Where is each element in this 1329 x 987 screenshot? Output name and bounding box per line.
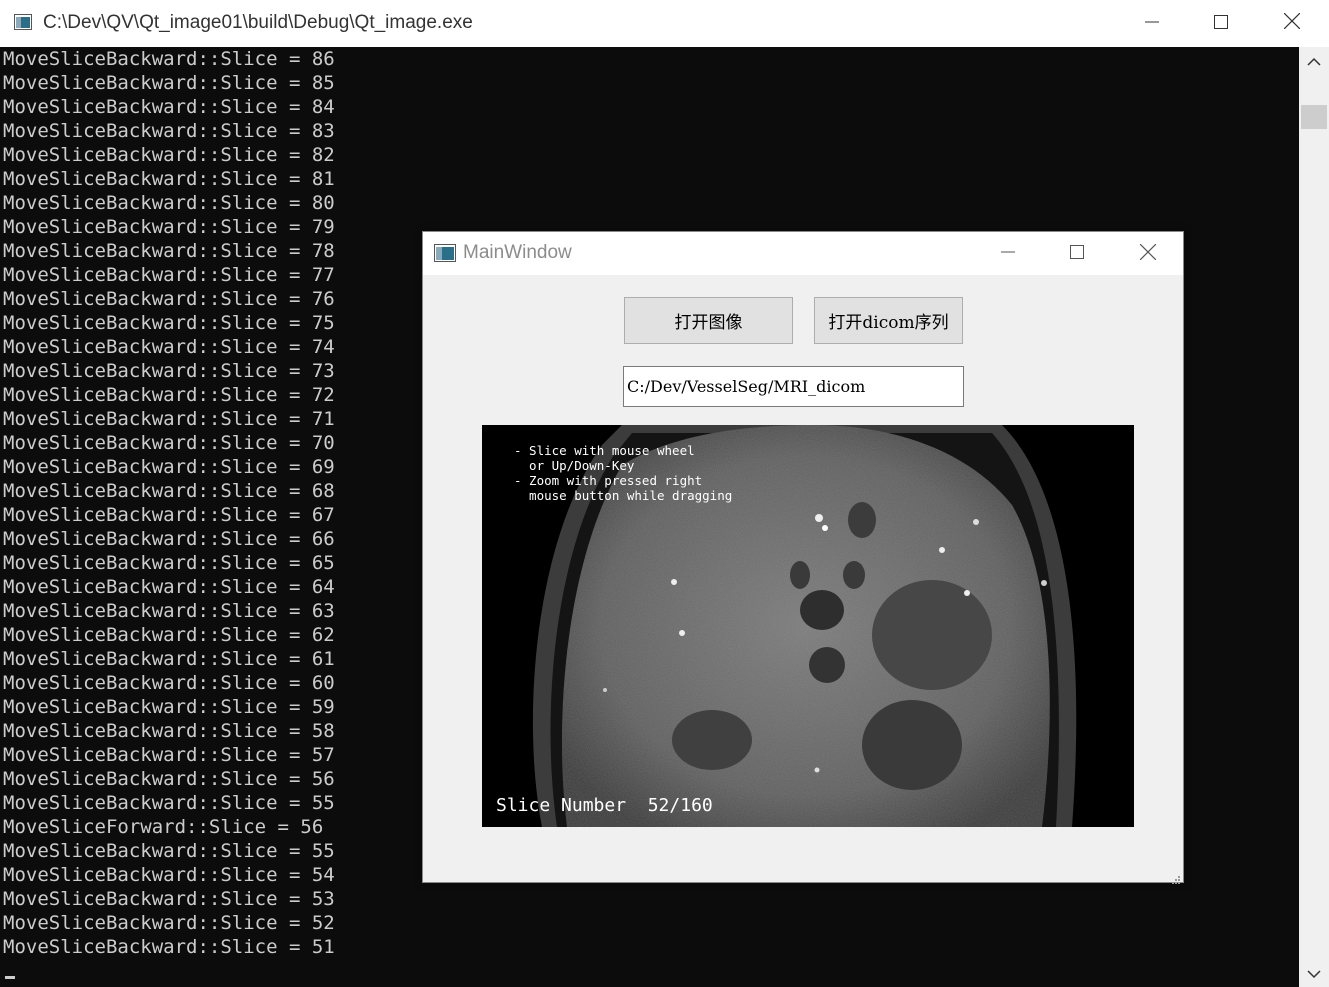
- console-line: MoveSliceBackward::Slice = 71: [3, 408, 335, 430]
- console-line: MoveSliceBackward::Slice = 56: [3, 768, 335, 790]
- console-line: MoveSliceBackward::Slice = 65: [3, 552, 335, 574]
- app-window-icon: [434, 244, 456, 262]
- main-window-title: MainWindow: [463, 242, 572, 263]
- console-line: MoveSliceBackward::Slice = 55: [3, 840, 335, 862]
- console-line: MoveSliceBackward::Slice = 61: [3, 648, 335, 670]
- close-icon: [1139, 243, 1157, 264]
- console-line: MoveSliceBackward::Slice = 78: [3, 240, 335, 262]
- console-line: MoveSliceBackward::Slice = 62: [3, 624, 335, 646]
- minimize-icon: [1001, 244, 1015, 263]
- console-line: MoveSliceBackward::Slice = 74: [3, 336, 335, 358]
- open-dicom-button[interactable]: 打开dicom序列: [814, 297, 963, 344]
- console-line: MoveSliceBackward::Slice = 58: [3, 720, 335, 742]
- dicom-path-input[interactable]: [623, 366, 964, 407]
- viewer-help-line: - Slice with mouse wheel: [514, 443, 695, 458]
- console-maximize-button[interactable]: [1186, 0, 1256, 46]
- chevron-down-icon: [1307, 964, 1321, 983]
- console-line: MoveSliceBackward::Slice = 53: [3, 888, 335, 910]
- console-log: MoveSliceBackward::Slice = 86 MoveSliceBa…: [3, 47, 335, 959]
- viewer-help-text: - Slice with mouse wheel or Up/Down-Key -…: [514, 443, 732, 503]
- console-line: MoveSliceBackward::Slice = 51: [3, 936, 335, 958]
- console-line: MoveSliceForward::Slice = 56: [3, 816, 324, 838]
- scroll-up-button[interactable]: [1299, 47, 1329, 75]
- console-line: MoveSliceBackward::Slice = 85: [3, 72, 335, 94]
- console-line: MoveSliceBackward::Slice = 57: [3, 744, 335, 766]
- main-close-button[interactable]: [1113, 232, 1183, 275]
- console-minimize-button[interactable]: [1117, 0, 1187, 46]
- scroll-thumb[interactable]: [1301, 105, 1327, 129]
- console-titlebar[interactable]: C:\Dev\QV\Qt_image01\build\Debug\Qt_imag…: [0, 0, 1329, 48]
- console-close-button[interactable]: [1257, 0, 1327, 46]
- console-line: MoveSliceBackward::Slice = 80: [3, 192, 335, 214]
- console-line: MoveSliceBackward::Slice = 81: [3, 168, 335, 190]
- console-line: MoveSliceBackward::Slice = 67: [3, 504, 335, 526]
- console-line: MoveSliceBackward::Slice = 59: [3, 696, 335, 718]
- app-window-icon: [14, 14, 32, 30]
- console-line: MoveSliceBackward::Slice = 60: [3, 672, 335, 694]
- console-line: MoveSliceBackward::Slice = 64: [3, 576, 335, 598]
- console-line: MoveSliceBackward::Slice = 77: [3, 264, 335, 286]
- console-line: MoveSliceBackward::Slice = 69: [3, 456, 335, 478]
- resize-grip-icon[interactable]: [1171, 870, 1181, 884]
- console-line: MoveSliceBackward::Slice = 76: [3, 288, 335, 310]
- console-line: MoveSliceBackward::Slice = 70: [3, 432, 335, 454]
- maximize-icon: [1214, 14, 1228, 33]
- console-scrollbar[interactable]: [1299, 47, 1329, 987]
- console-title: C:\Dev\QV\Qt_image01\build\Debug\Qt_imag…: [43, 12, 473, 33]
- console-line: MoveSliceBackward::Slice = 86: [3, 48, 335, 70]
- main-maximize-button[interactable]: [1042, 232, 1112, 275]
- console-line: MoveSliceBackward::Slice = 75: [3, 312, 335, 334]
- dicom-image-viewer[interactable]: - Slice with mouse wheel or Up/Down-Key -…: [482, 425, 1134, 827]
- console-line: MoveSliceBackward::Slice = 52: [3, 912, 335, 934]
- slice-number-label: Slice Number 52/160: [496, 795, 713, 816]
- main-window-titlebar[interactable]: MainWindow: [423, 232, 1183, 275]
- console-line: MoveSliceBackward::Slice = 73: [3, 360, 335, 382]
- console-line: MoveSliceBackward::Slice = 55: [3, 792, 335, 814]
- viewer-help-line: - Zoom with pressed right: [514, 473, 703, 488]
- console-line: MoveSliceBackward::Slice = 66: [3, 528, 335, 550]
- console-line: MoveSliceBackward::Slice = 82: [3, 144, 335, 166]
- console-line: MoveSliceBackward::Slice = 63: [3, 600, 335, 622]
- console-line: MoveSliceBackward::Slice = 72: [3, 384, 335, 406]
- viewer-help-line: or Up/Down-Key: [514, 458, 635, 473]
- maximize-icon: [1070, 244, 1084, 263]
- console-cursor: [5, 976, 15, 979]
- chevron-up-icon: [1307, 52, 1321, 71]
- scroll-down-button[interactable]: [1299, 959, 1329, 987]
- console-line: MoveSliceBackward::Slice = 84: [3, 96, 335, 118]
- main-window: MainWindow 打开图像 打开dicom序列 C:/Dev/VesselS…: [422, 231, 1184, 884]
- open-image-button[interactable]: 打开图像: [624, 297, 793, 344]
- console-line: MoveSliceBackward::Slice = 83: [3, 120, 335, 142]
- minimize-icon: [1145, 14, 1159, 33]
- close-icon: [1283, 12, 1301, 33]
- main-minimize-button[interactable]: [973, 232, 1043, 275]
- console-line: MoveSliceBackward::Slice = 54: [3, 864, 335, 886]
- console-line: MoveSliceBackward::Slice = 68: [3, 480, 335, 502]
- viewer-help-line: mouse button while dragging: [514, 488, 733, 503]
- console-line: MoveSliceBackward::Slice = 79: [3, 216, 335, 238]
